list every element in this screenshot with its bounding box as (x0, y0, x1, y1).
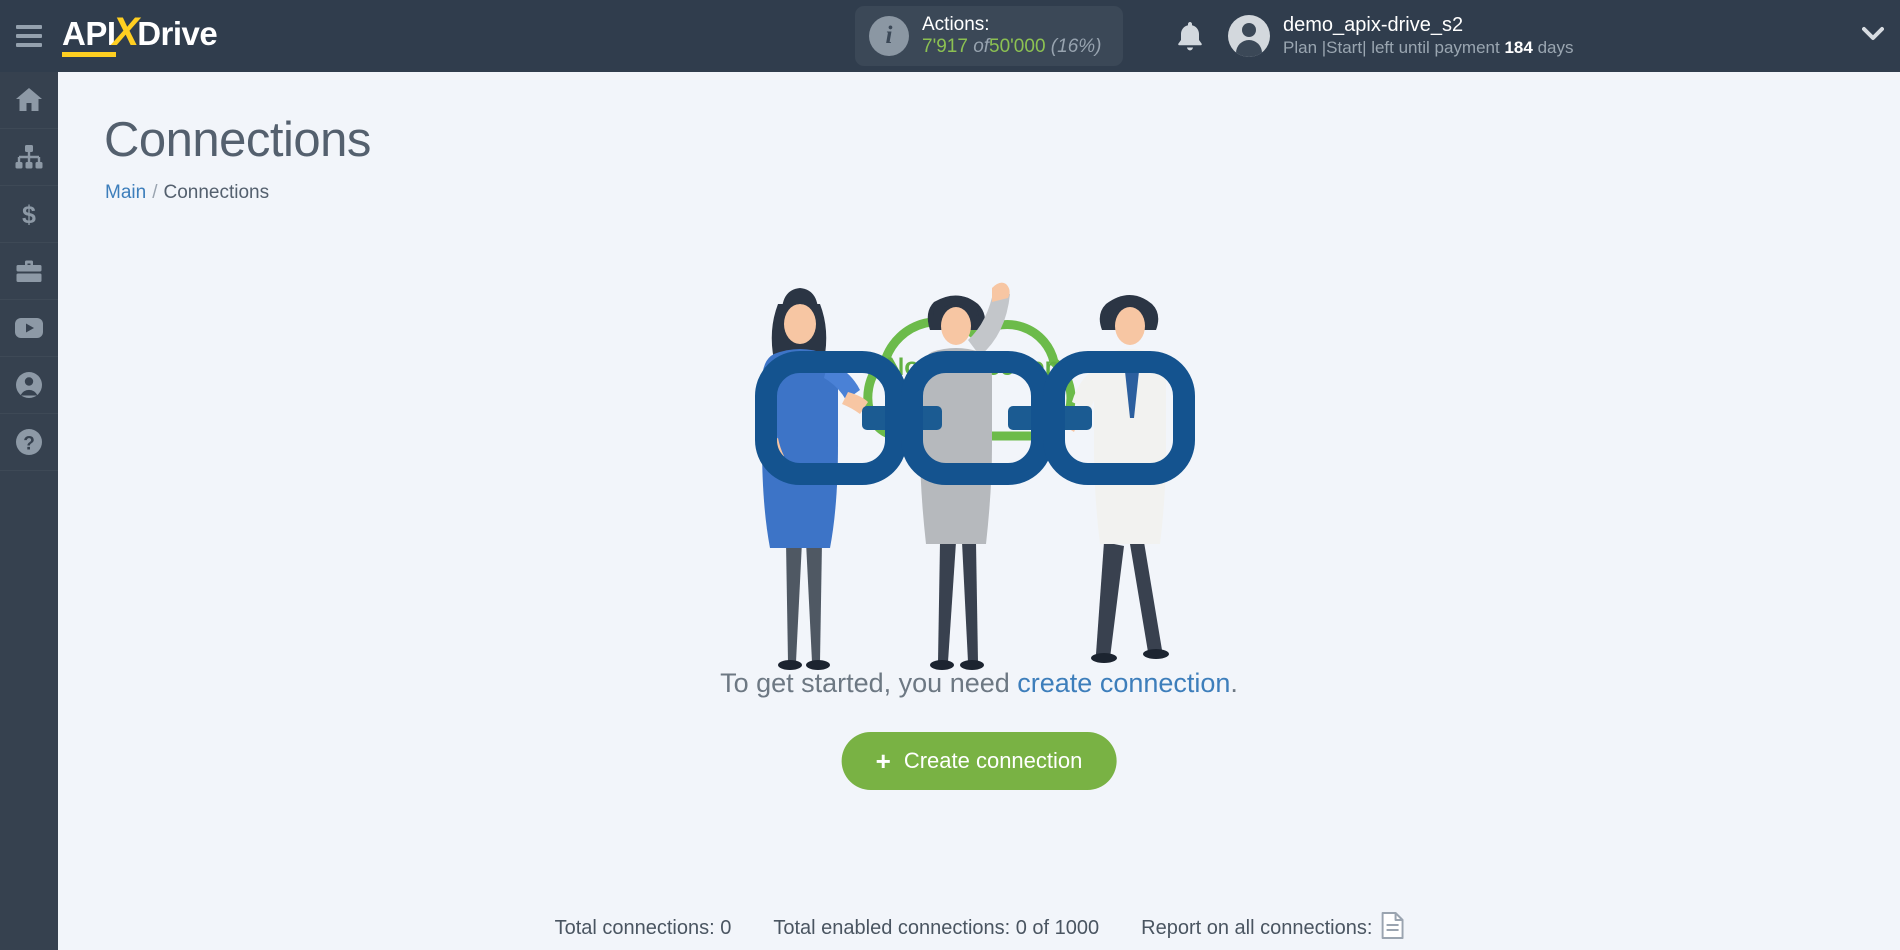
actions-used: 7'917 (922, 36, 968, 57)
main-content: Connections Main / Connections No connecti… (58, 72, 1900, 950)
hamburger-bar (16, 34, 42, 38)
avatar (1228, 15, 1270, 57)
connections-stats: Total connections: 0 Total enabled conne… (555, 912, 1404, 945)
avatar-head (1242, 23, 1256, 37)
apixdrive-logo[interactable]: API X Drive (62, 10, 218, 57)
breadcrumb-root[interactable]: Main (105, 182, 146, 203)
get-started-text: To get started, you need create connecti… (720, 668, 1238, 699)
stat-total-connections: Total connections: 0 (554, 917, 732, 939)
account-days-value: 184 (1504, 37, 1533, 57)
top-bar: API X Drive i Actions: 7'917 of50'000 (1… (0, 0, 1900, 72)
hamburger-icon[interactable] (0, 0, 58, 72)
logo-text-drive: Drive (137, 15, 218, 52)
account-days-suffix: days (1537, 37, 1574, 57)
svg-text:?: ? (23, 434, 35, 455)
sidebar-item-help[interactable]: ? (0, 414, 58, 471)
briefcase-icon (15, 258, 43, 284)
get-started-suffix: . (1230, 668, 1238, 698)
youtube-icon (14, 317, 44, 339)
account-menu[interactable]: demo_apix-drive_s2 Plan |Start| left unt… (1228, 11, 1573, 61)
create-connection-button[interactable]: + Create connection (841, 732, 1117, 790)
document-icon[interactable] (1381, 912, 1404, 945)
logo-text-api: API (62, 17, 116, 57)
logo-text-x: X (112, 10, 140, 54)
report-label: Report on all connections: (1141, 917, 1373, 939)
breadcrumb-current: Connections (163, 182, 270, 203)
page-title: Connections (104, 113, 371, 167)
create-connection-button-label: Create connection (903, 748, 1083, 773)
avatar-body (1236, 40, 1262, 57)
sidebar: $ ? (0, 72, 58, 950)
empty-state-illustration: No connections (744, 242, 1214, 702)
sidebar-item-profile[interactable] (0, 357, 58, 414)
create-connection-link[interactable]: create connection (1017, 668, 1230, 698)
svg-text:$: $ (22, 201, 36, 228)
account-plan-prefix: Plan |Start| left until payment (1283, 37, 1500, 57)
plus-icon: + (875, 746, 891, 776)
user-icon (15, 371, 43, 399)
sidebar-item-billing[interactable]: $ (0, 186, 58, 243)
account-plan: Plan |Start| left until payment 184 days (1283, 38, 1573, 59)
chevron-down-icon[interactable] (1862, 26, 1884, 47)
breadcrumb-separator: / (152, 182, 158, 203)
sidebar-item-tools[interactable] (0, 243, 58, 300)
stat-report: Report on all connections: (1141, 912, 1404, 945)
sidebar-item-home[interactable] (0, 72, 58, 129)
sidebar-item-connections[interactable] (0, 129, 58, 186)
info-icon: i (869, 16, 909, 56)
actions-quota-badge[interactable]: i Actions: 7'917 of50'000 (16%) (855, 6, 1124, 66)
question-icon: ? (15, 428, 43, 456)
sidebar-item-video[interactable] (0, 300, 58, 357)
actions-quota-value: 7'917 of50'000 (16%) (922, 36, 1101, 58)
actions-total: 50'000 (989, 36, 1046, 57)
breadcrumb: Main / Connections (105, 182, 269, 204)
hamburger-bar (16, 43, 42, 47)
sitemap-icon (15, 144, 43, 170)
account-name: demo_apix-drive_s2 (1283, 14, 1464, 37)
dollar-icon: $ (18, 200, 40, 228)
stat-total-enabled: Total enabled connections: 0 of 1000 (773, 917, 1100, 939)
bell-icon[interactable] (1175, 20, 1205, 58)
get-started-prefix: To get started, you need (720, 668, 1018, 698)
actions-of-word: of (973, 36, 990, 57)
home-icon (15, 87, 43, 113)
actions-title: Actions: (922, 13, 990, 35)
actions-percent: (16%) (1050, 36, 1102, 57)
hamburger-bar (16, 25, 42, 29)
